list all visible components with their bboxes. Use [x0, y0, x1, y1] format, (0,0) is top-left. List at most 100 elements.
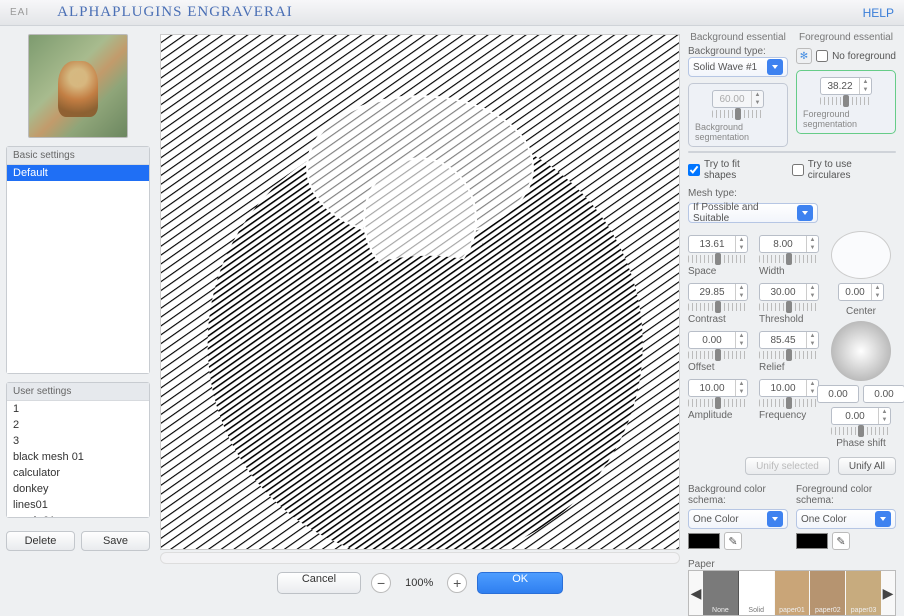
relief-input[interactable]: 85.45▲▼ [759, 331, 819, 349]
zoom-out-button[interactable]: − [371, 573, 391, 593]
chevron-down-icon [767, 511, 783, 527]
paper-swatch[interactable]: None [703, 571, 738, 615]
bg-schema-select[interactable]: One Color [688, 509, 788, 529]
bg-type-label: Background type: [688, 46, 788, 57]
bg-schema-label: Background color schema: [688, 484, 788, 506]
width-label: Width [759, 266, 785, 277]
frequency-input[interactable]: 10.00▲▼ [759, 379, 819, 397]
phase-label: Phase shift [836, 438, 885, 449]
mesh-type-select[interactable]: If Possible and Suitable [688, 203, 818, 223]
contrast-input[interactable]: 29.85▲▼ [688, 283, 748, 301]
fit-shapes-checkbox[interactable]: Try to fit shapes [688, 159, 774, 181]
help-link[interactable]: HELP [863, 6, 894, 20]
tab-geometry[interactable]: Geometry [689, 152, 792, 153]
user-settings-header: User settings [7, 383, 149, 401]
relief-label: Relief [759, 362, 785, 373]
paper-list[interactable]: NoneSolidpaper01paper02paper03 [703, 571, 881, 615]
eyedropper-icon[interactable]: ✎ [832, 532, 850, 550]
eyedropper-icon[interactable]: ✎ [724, 532, 742, 550]
tab-randomness[interactable]: Randomness [792, 152, 895, 153]
threshold-slider[interactable] [759, 303, 819, 311]
paper-label: Paper [688, 559, 896, 570]
list-item[interactable]: lines01 [7, 497, 149, 513]
basic-settings-list[interactable]: Default [7, 165, 149, 373]
paper-next-button[interactable]: ▶ [881, 585, 895, 602]
unify-all-button[interactable]: Unify All [838, 457, 896, 475]
list-item[interactable]: mesh 01 [7, 513, 149, 517]
center-label: Center [846, 306, 876, 317]
user-settings-list[interactable]: 123black mesh 01calculatordonkeylines01m… [7, 401, 149, 517]
paper-swatch[interactable]: paper02 [810, 571, 845, 615]
save-button[interactable]: Save [81, 531, 150, 551]
source-thumbnail[interactable] [28, 34, 128, 138]
width-slider[interactable] [759, 255, 819, 263]
space-input[interactable]: 13.61▲▼ [688, 235, 748, 253]
no-foreground-checkbox[interactable]: No foreground [816, 50, 896, 62]
list-item[interactable]: 3 [7, 433, 149, 449]
threshold-label: Threshold [759, 314, 803, 325]
list-item[interactable]: donkey [7, 481, 149, 497]
delete-button[interactable]: Delete [6, 531, 75, 551]
phase-input[interactable]: 0.00▲▼ [831, 407, 891, 425]
ok-button[interactable]: OK [477, 572, 563, 594]
width-input[interactable]: 8.00▲▼ [759, 235, 819, 253]
chevron-down-icon [875, 511, 891, 527]
fg-schema-label: Foreground color schema: [796, 484, 896, 506]
fg-segmentation-input[interactable]: 38.22▲▼ [820, 77, 872, 95]
contrast-slider[interactable] [688, 303, 748, 311]
chevron-down-icon [797, 205, 813, 221]
offset-input[interactable]: 0.00▲▼ [688, 331, 748, 349]
use-circulares-checkbox[interactable]: Try to use circulares [792, 159, 896, 181]
frequency-slider[interactable] [759, 399, 819, 407]
center-y-input[interactable]: 0.00 [863, 385, 904, 403]
center-x-input[interactable]: 0.00 [817, 385, 859, 403]
chevron-down-icon [767, 59, 783, 75]
cancel-button[interactable]: Cancel [277, 572, 361, 594]
center-dial[interactable] [831, 231, 891, 279]
mesh-type-value: If Possible and Suitable [693, 202, 797, 224]
paper-prev-button[interactable]: ◀ [689, 585, 703, 602]
center-angle-input[interactable]: 0.00▲▼ [838, 283, 884, 301]
threshold-input[interactable]: 30.00▲▼ [759, 283, 819, 301]
frequency-label: Frequency [759, 410, 806, 421]
space-slider[interactable] [688, 255, 748, 263]
bg-segmentation-slider [712, 110, 764, 118]
basic-settings-header: Basic settings [7, 147, 149, 165]
amplitude-slider[interactable] [688, 399, 748, 407]
paper-swatch[interactable]: paper03 [846, 571, 881, 615]
list-item[interactable]: calculator [7, 465, 149, 481]
space-label: Space [688, 266, 716, 277]
center-gradient[interactable] [831, 321, 891, 381]
paper-swatch[interactable]: paper01 [775, 571, 810, 615]
bg-segmentation-label: Background segmentation [695, 122, 781, 142]
phase-slider[interactable] [831, 427, 891, 435]
preview-scrollbar[interactable] [160, 552, 680, 564]
paper-swatch[interactable]: Solid [739, 571, 774, 615]
fg-segmentation-slider[interactable] [820, 97, 872, 105]
fg-color-swatch[interactable] [796, 533, 828, 549]
app-logo: EAI [10, 7, 29, 18]
bg-color-swatch[interactable] [688, 533, 720, 549]
bg-type-select[interactable]: Solid Wave #1 [688, 57, 788, 77]
preview-canvas[interactable] [160, 34, 680, 550]
list-item[interactable]: 2 [7, 417, 149, 433]
contrast-label: Contrast [688, 314, 726, 325]
mesh-type-label: Mesh type: [688, 188, 896, 199]
snowflake-icon[interactable]: ✻ [796, 48, 812, 64]
fg-essential-header: Foreground essential [796, 32, 896, 43]
unify-selected-button: Unify selected [745, 457, 830, 475]
bg-segmentation-input: 60.00▲▼ [712, 90, 764, 108]
list-item[interactable]: Default [7, 165, 149, 181]
list-item[interactable]: 1 [7, 401, 149, 417]
relief-slider[interactable] [759, 351, 819, 359]
zoom-in-button[interactable]: + [447, 573, 467, 593]
amplitude-label: Amplitude [688, 410, 732, 421]
amplitude-input[interactable]: 10.00▲▼ [688, 379, 748, 397]
bg-type-value: Solid Wave #1 [693, 62, 757, 73]
bg-essential-header: Background essential [688, 32, 788, 43]
offset-slider[interactable] [688, 351, 748, 359]
fg-schema-select[interactable]: One Color [796, 509, 896, 529]
zoom-level: 100% [401, 577, 437, 589]
fg-segmentation-label: Foreground segmentation [803, 109, 889, 129]
list-item[interactable]: black mesh 01 [7, 449, 149, 465]
